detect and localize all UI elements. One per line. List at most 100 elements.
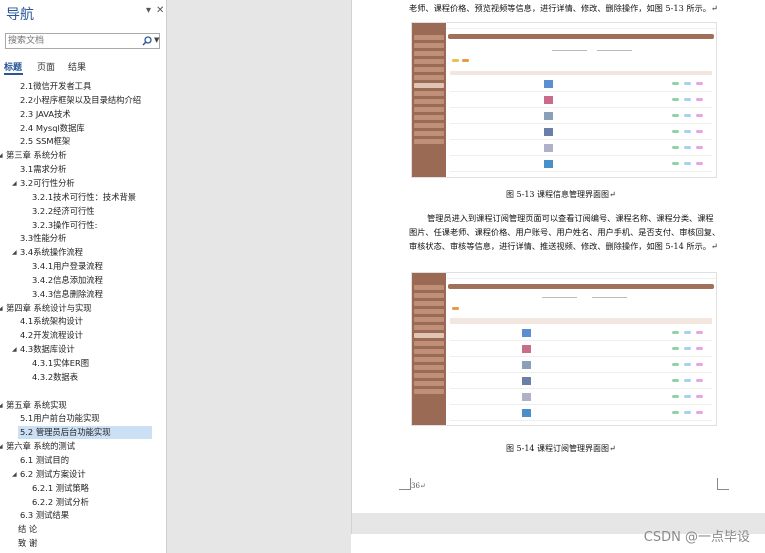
nav-heading-item[interactable]: ◢ 第五章 系统实现	[0, 399, 67, 412]
expand-triangle-icon[interactable]: ◢	[12, 343, 20, 356]
screenshot-search-field	[552, 50, 587, 51]
close-icon[interactable]: ✕	[156, 6, 164, 16]
nav-heading-item[interactable]: 6.2.1 测试策略	[32, 482, 89, 495]
screenshot-thumbnail	[544, 112, 553, 120]
screenshot-sidebar-item	[414, 139, 444, 144]
nav-heading-item[interactable]: 结 论	[18, 523, 37, 536]
nav-heading-item[interactable]: ◢ 第六章 系统的测试	[0, 440, 75, 453]
screenshot-sidebar-item	[414, 293, 444, 298]
screenshot-action-button	[684, 98, 691, 101]
nav-heading-label: 3.4系统操作流程	[20, 247, 83, 258]
page-corner-mark	[399, 478, 411, 490]
nav-heading-item[interactable]: 2.2小程序框架以及目录结构介绍	[20, 94, 141, 107]
nav-heading-item[interactable]: 3.2.1技术可行性：技术背景	[32, 191, 136, 204]
screenshot-thumbnail	[522, 345, 531, 353]
nav-heading-item[interactable]: 6.1 测试目的	[20, 454, 69, 467]
screenshot-sidebar-item	[414, 389, 444, 394]
nav-heading-label: 3.2.1技术可行性：技术背景	[32, 191, 137, 202]
nav-heading-label: 结 论	[18, 524, 38, 535]
screenshot-action-button	[684, 395, 691, 398]
screenshot-sidebar-item	[414, 51, 444, 56]
screenshot-sidebar-item	[414, 357, 444, 362]
nav-heading-item[interactable]: 3.2.2经济可行性	[32, 205, 95, 218]
screenshot-table-row	[450, 420, 712, 421]
nav-heading-label: 6.2.1 测试策略	[32, 482, 89, 493]
nav-heading-label: 4.3.1实体ER图	[32, 358, 90, 368]
nav-heading-label: 4.3数据库设计	[20, 344, 75, 355]
screenshot-header-bar	[448, 284, 714, 289]
screenshot-thumbnail	[522, 393, 531, 401]
nav-heading-item[interactable]: 2.5 SSM框架	[20, 135, 70, 148]
screenshot-thumbnail	[522, 377, 531, 385]
nav-heading-label: 2.2小程序框架以及目录结构介绍	[20, 94, 142, 105]
screenshot-topbar	[446, 23, 716, 29]
nav-heading-label: 3.3性能分析	[20, 233, 67, 244]
nav-heading-item[interactable]: 3.2.3操作可行性:	[32, 219, 97, 232]
expand-triangle-icon[interactable]: ◢	[12, 246, 20, 259]
tab-pages[interactable]: 页面	[37, 60, 55, 73]
tab-headings[interactable]: 标题	[4, 60, 22, 73]
nav-heading-item[interactable]: 3.4.3信息删除流程	[32, 288, 103, 301]
nav-heading-item[interactable]: 4.3.1实体ER图	[32, 357, 89, 370]
nav-heading-label: 第六章 系统的测试	[6, 441, 76, 452]
nav-heading-item[interactable]: ◢ 3.2可行性分析	[12, 177, 75, 190]
screenshot-table-row	[450, 139, 712, 140]
screenshot-table-header	[450, 71, 712, 75]
screenshot-action-button	[696, 395, 703, 398]
nav-heading-item[interactable]: 4.3.2数据表	[32, 371, 78, 384]
nav-heading-item[interactable]: 2.3 JAVA技术	[20, 108, 71, 121]
nav-heading-item[interactable]: 致 谢	[18, 537, 37, 550]
screenshot-action-button	[672, 331, 679, 334]
screenshot-thumbnail	[522, 329, 531, 337]
expand-triangle-icon[interactable]: ◢	[12, 468, 20, 481]
nav-heading-item[interactable]: 2.4 Mysql数据库	[20, 122, 85, 135]
nav-heading-item[interactable]: 3.4.1用户登录流程	[32, 260, 103, 273]
nav-heading-item[interactable]: ◢ 第三章 系统分析	[0, 149, 67, 162]
screenshot-sidebar-item	[414, 131, 444, 136]
nav-heading-item[interactable]: ◢ 3.4系统操作流程	[12, 246, 83, 259]
chevron-down-icon[interactable]: ▾	[146, 6, 151, 16]
nav-heading-item[interactable]: ◢ 4.3数据库设计	[12, 343, 75, 356]
body-text-line: 图片、任课老师、课程价格、用户账号、用户姓名、用户手机、是否支付、审核回复、	[409, 227, 721, 237]
screenshot-sidebar-item	[414, 317, 444, 322]
expand-triangle-icon[interactable]: ◢	[12, 177, 20, 190]
screenshot-table-row	[450, 107, 712, 108]
screenshot-delete-button	[462, 59, 469, 62]
nav-heading-item[interactable]: 6.2.2 测试分析	[32, 496, 89, 509]
nav-heading-item[interactable]: 2.1微信开发者工具	[20, 80, 91, 93]
screenshot-table-row	[450, 388, 712, 389]
screenshot-action-button	[696, 162, 703, 165]
screenshot-action-button	[696, 98, 703, 101]
nav-heading-item[interactable]: ◢ 第四章 系统设计与实现	[0, 302, 92, 315]
tab-results[interactable]: 结果	[68, 60, 86, 73]
figure-5-13-caption: 图 5-13 课程信息管理界面图↵	[506, 190, 616, 199]
nav-heading-item[interactable]: 5.1用户前台功能实现	[20, 412, 100, 425]
page-left-edge	[351, 0, 352, 553]
nav-heading-label: 5.2 管理员后台功能实现	[20, 427, 111, 438]
nav-heading-item[interactable]: 3.3性能分析	[20, 232, 66, 245]
nav-heading-item[interactable]: 4.1系统架构设计	[20, 315, 83, 328]
nav-heading-item[interactable]: 3.4.2信息添加流程	[32, 274, 103, 287]
screenshot-action-button	[672, 114, 679, 117]
screenshot-sidebar-item	[414, 333, 444, 338]
screenshot-action-button	[696, 363, 703, 366]
watermark-text: CSDN @一点毕设	[643, 530, 750, 545]
search-box[interactable]: ▼	[5, 33, 160, 49]
nav-heading-item[interactable]: 5.2 管理员后台功能实现	[18, 426, 152, 440]
document-area: 老师、课程价格、预览视频等信息，进行详情、修改、删除操作，如图 5-13 所示。…	[168, 0, 765, 553]
nav-heading-label: 6.2 测试方案设计	[20, 468, 86, 479]
screenshot-action-button	[672, 395, 679, 398]
screenshot-action-button	[672, 146, 679, 149]
search-options-dropdown-icon[interactable]: ▼	[154, 36, 159, 44]
screenshot-thumbnail	[544, 80, 553, 88]
nav-heading-item[interactable]: 6.3 测试结果	[20, 509, 69, 522]
search-input[interactable]	[8, 35, 136, 47]
nav-heading-item[interactable]: ◢ 6.2 测试方案设计	[12, 468, 86, 481]
nav-heading-item[interactable]: 4.2开发流程设计	[20, 329, 83, 342]
nav-heading-label: 2.5 SSM框架	[20, 136, 71, 147]
screenshot-action-button	[684, 130, 691, 133]
nav-heading-label: 3.1需求分析	[20, 164, 67, 175]
search-icon[interactable]	[142, 36, 152, 46]
screenshot-add-button	[452, 59, 459, 62]
nav-heading-item[interactable]: 3.1需求分析	[20, 163, 66, 176]
